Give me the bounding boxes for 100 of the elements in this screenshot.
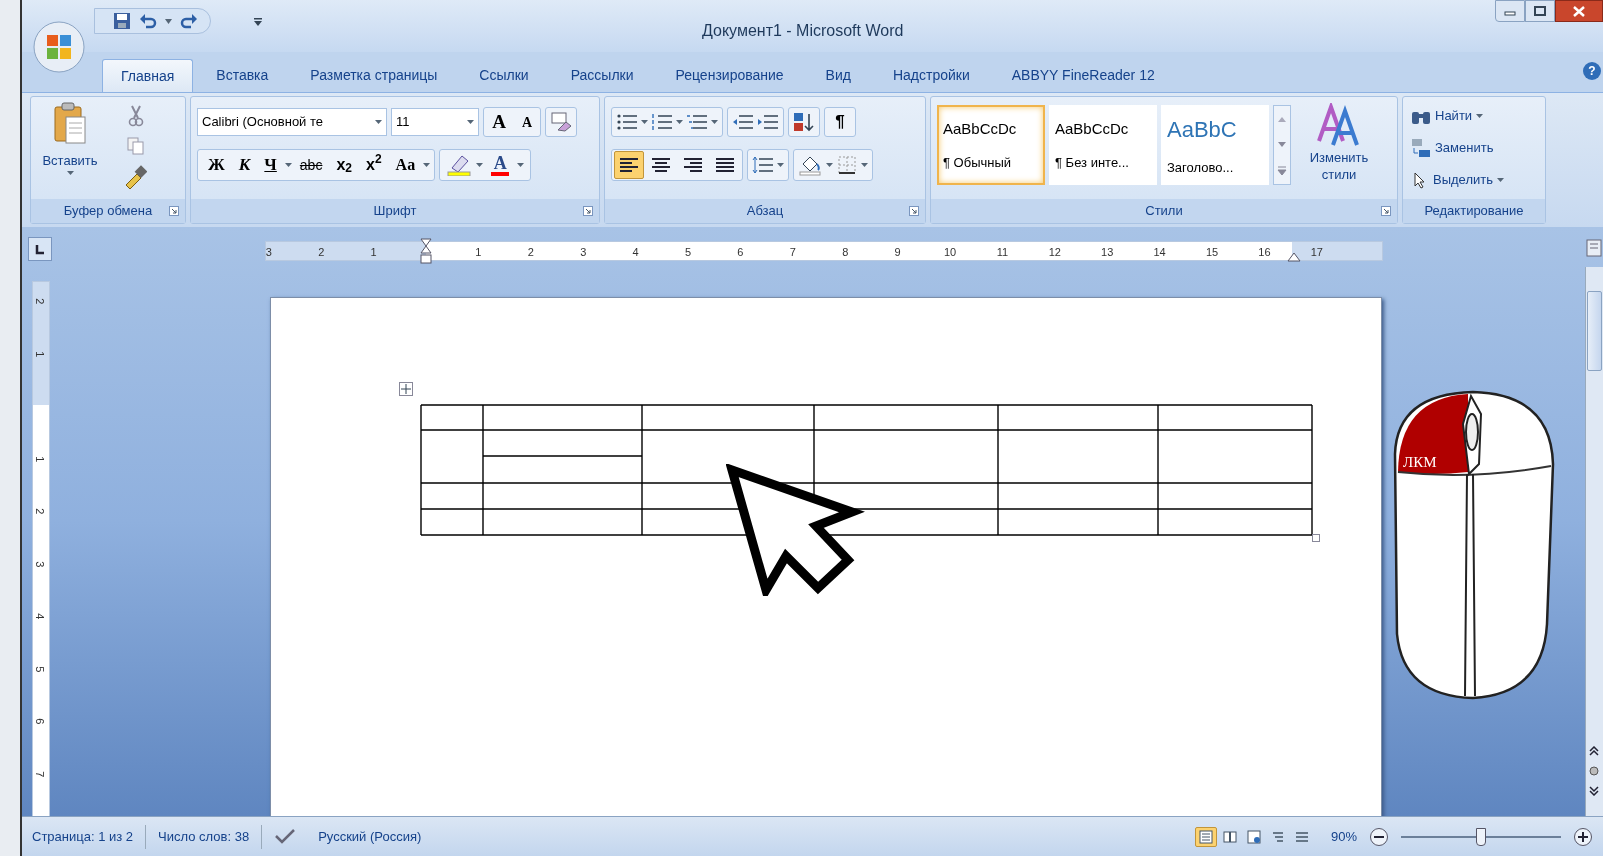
- ribbon-tab[interactable]: Надстройки: [873, 59, 989, 92]
- style-item[interactable]: AaBbC Заголово...: [1161, 105, 1269, 185]
- sort-icon: [793, 112, 815, 132]
- caret-icon[interactable]: [641, 120, 648, 124]
- grow-font-button[interactable]: A: [484, 108, 514, 136]
- next-page-icon[interactable]: [1589, 786, 1599, 796]
- table-move-handle-icon[interactable]: [399, 382, 413, 396]
- ruler-number: 1: [33, 350, 48, 357]
- caret-icon[interactable]: [676, 120, 683, 124]
- ruler-number: 2: [527, 245, 534, 260]
- proofing-icon[interactable]: [274, 827, 297, 846]
- editing-button[interactable]: Заменить: [1411, 135, 1504, 161]
- line-spacing-button[interactable]: [747, 149, 789, 181]
- replace-icon: [1411, 138, 1431, 158]
- ribbon-tab[interactable]: Главная: [102, 59, 194, 92]
- maximize-button[interactable]: [1525, 0, 1555, 22]
- multilevel-list-icon[interactable]: [686, 113, 708, 131]
- font-size-field[interactable]: 11: [391, 108, 479, 136]
- browse-object-icon[interactable]: [1589, 766, 1599, 776]
- ruler-number: 1: [370, 245, 377, 260]
- change-styles-button[interactable]: Изменить стили: [1291, 103, 1387, 193]
- view-ruler-icon[interactable]: [1586, 239, 1602, 257]
- zoom-out-icon[interactable]: [1369, 826, 1389, 847]
- format-button[interactable]: Ч: [258, 151, 283, 179]
- ruler-number: 6: [737, 245, 744, 260]
- font-color-button[interactable]: A: [487, 151, 514, 179]
- redo-icon[interactable]: [180, 12, 198, 30]
- tab-selector-button[interactable]: [28, 237, 52, 261]
- help-button[interactable]: ?: [1583, 62, 1601, 80]
- align-lines-icon: [714, 156, 736, 174]
- view-web-icon: [1246, 829, 1261, 844]
- caret-icon[interactable]: [476, 163, 484, 167]
- dialog-launcher-icon[interactable]: [1381, 206, 1391, 216]
- ribbon-tab[interactable]: Вставка: [197, 59, 288, 92]
- line-spacing-icon[interactable]: [752, 156, 774, 174]
- paste-button[interactable]: Вставить: [37, 101, 103, 197]
- align-lines-icon: [618, 156, 640, 174]
- previous-page-icon[interactable]: [1589, 746, 1599, 756]
- customize-caret-icon[interactable]: [254, 18, 262, 26]
- scroll-thumb[interactable]: [1587, 291, 1602, 371]
- save-icon[interactable]: [113, 12, 131, 30]
- format-painter-icon[interactable]: [123, 165, 147, 189]
- format-button[interactable]: К: [232, 151, 257, 179]
- numbering-icon[interactable]: [651, 113, 673, 131]
- shrink-font-button[interactable]: A: [514, 108, 540, 136]
- language[interactable]: Русский (Россия): [318, 826, 422, 847]
- editing-button[interactable]: Найти: [1411, 103, 1504, 129]
- caret-icon[interactable]: [284, 163, 292, 167]
- close-button[interactable]: [1555, 0, 1603, 22]
- decrease-indent-icon[interactable]: [732, 113, 754, 131]
- dialog-launcher-icon[interactable]: [909, 206, 919, 216]
- caret-icon[interactable]: [711, 120, 718, 124]
- caret-icon[interactable]: [423, 163, 431, 167]
- group-label: Шрифт: [373, 202, 417, 221]
- dialog-launcher-icon[interactable]: [169, 206, 179, 216]
- ribbon-tab[interactable]: Разметка страницы: [291, 59, 457, 92]
- caret-icon[interactable]: [777, 163, 784, 167]
- highlighter-icon[interactable]: [446, 154, 473, 176]
- increase-indent-icon[interactable]: [757, 113, 779, 131]
- ribbon-tab[interactable]: Рассылки: [551, 59, 653, 92]
- font-name-field[interactable]: Calibri (Основной те: [197, 108, 387, 136]
- indent-marker-icon[interactable]: [420, 238, 432, 264]
- caret-icon[interactable]: [517, 163, 525, 167]
- eraser-icon: [550, 112, 572, 132]
- undo-icon[interactable]: [139, 12, 157, 30]
- caret-icon[interactable]: [165, 18, 172, 24]
- align-left-button[interactable]: [614, 151, 644, 179]
- borders-icon[interactable]: [837, 155, 857, 175]
- format-button[interactable]: Aa: [389, 151, 422, 179]
- ribbon-tab[interactable]: Рецензирование: [656, 59, 803, 92]
- restore-icon: [1534, 6, 1546, 16]
- ribbon-tab[interactable]: Ссылки: [460, 59, 548, 92]
- scissors-icon[interactable]: [127, 105, 145, 127]
- caret-icon[interactable]: [861, 163, 868, 167]
- show-formatting-button[interactable]: ¶: [824, 107, 856, 137]
- format-button[interactable]: x$^{2}$: [360, 151, 388, 179]
- editing-button[interactable]: Выделить: [1411, 167, 1504, 193]
- ruler-number: 9: [894, 245, 901, 260]
- dialog-launcher-icon[interactable]: [583, 206, 593, 216]
- ruler-number: 11: [996, 245, 1009, 260]
- zoom-level[interactable]: 90%: [1330, 826, 1357, 847]
- sort-button[interactable]: [788, 107, 820, 137]
- bullets-icon[interactable]: [616, 113, 638, 131]
- style-item[interactable]: AaBbCcDc ¶ Без инте...: [1049, 105, 1157, 185]
- clipboard-icon: [53, 101, 87, 145]
- ribbon-tab[interactable]: ABBYY FineReader 12: [992, 59, 1174, 92]
- format-button[interactable]: Ж: [202, 151, 231, 179]
- ribbon-tab[interactable]: Вид: [806, 59, 870, 92]
- ruler-number: 1: [475, 245, 482, 260]
- clear-formatting-button[interactable]: [545, 107, 577, 137]
- format-button[interactable]: abc: [293, 151, 329, 179]
- caret-icon[interactable]: [826, 163, 833, 167]
- zoom-slider[interactable]: [1401, 826, 1561, 847]
- shading-bucket-icon[interactable]: [798, 154, 822, 176]
- format-button[interactable]: x$_{2}$: [330, 151, 358, 179]
- style-item[interactable]: AaBbCcDc ¶ Обычный: [937, 105, 1045, 185]
- right-indent-marker-icon[interactable]: [1287, 252, 1301, 262]
- zoom-slider-thumb[interactable]: [1476, 827, 1486, 846]
- table-resize-handle-icon[interactable]: [1312, 534, 1320, 542]
- zoom-in-icon[interactable]: [1573, 826, 1593, 847]
